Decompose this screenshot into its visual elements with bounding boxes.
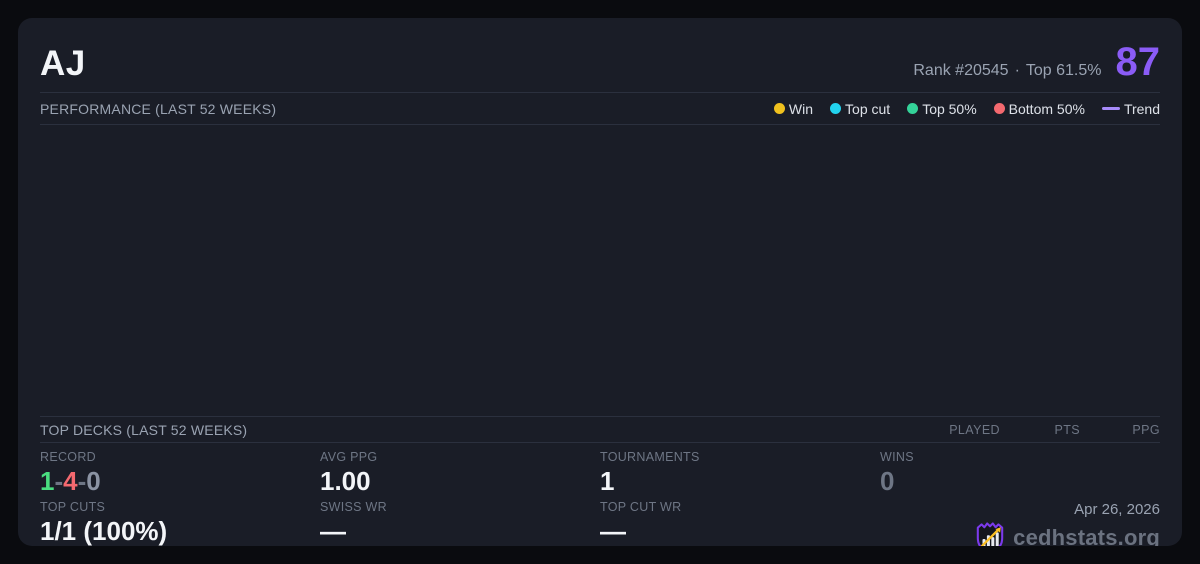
- site-name: cedhstats.org: [1013, 524, 1160, 546]
- legend-label: Win: [788, 100, 814, 117]
- stats-column-2: AVG PPG 1.00 SWISS WR —: [320, 450, 600, 546]
- player-stats-card: AJ Rank #20545 · Top 61.5% 87 PERFORMANCE …: [18, 18, 1182, 546]
- record-part: 4: [63, 466, 78, 496]
- legend-dot-swatch: [907, 103, 919, 114]
- stat-swiss-wr-value: —: [320, 515, 346, 546]
- performance-title: PERFORMANCE (LAST 52 WEEKS): [40, 100, 277, 117]
- legend-label: Bottom 50%: [1008, 100, 1085, 117]
- legend-label: Trend: [1123, 100, 1160, 117]
- rank-separator: ·: [1014, 62, 1020, 79]
- legend-line-swatch: [1101, 107, 1120, 110]
- card-footer: Apr 26, 2026 cedhstats.org: [880, 501, 1160, 546]
- stat-top-cuts: TOP CUTS 1/1 (100%): [40, 500, 320, 546]
- player-name: AJ: [40, 44, 86, 83]
- record-part: -: [77, 466, 87, 496]
- legend-dot-swatch: [773, 103, 785, 114]
- stats-grid: RECORD 1-4-0 TOP CUTS 1/1 (100%) AVG PPG…: [40, 443, 1160, 546]
- stat-avg-ppg: AVG PPG 1.00: [320, 450, 600, 497]
- legend-dot-swatch: [830, 103, 842, 114]
- rank-and-score: Rank #20545 · Top 61.5% 87: [913, 42, 1160, 82]
- brand: cedhstats.org: [975, 521, 1160, 546]
- stat-wins-value: 0: [880, 466, 895, 496]
- card-header: AJ Rank #20545 · Top 61.5% 87: [40, 18, 1160, 92]
- legend-item-bottom-50-: Bottom 50%: [993, 100, 1085, 117]
- stat-tournaments: TOURNAMENTS 1: [600, 450, 880, 497]
- stat-record: RECORD 1-4-0: [40, 450, 320, 497]
- stat-avg-ppg-value: 1.00: [320, 466, 371, 496]
- rank-text: Rank #20545: [913, 62, 1009, 79]
- stat-wins-label: WINS: [880, 450, 914, 464]
- record-part: 1: [40, 466, 55, 496]
- stat-avg-ppg-label: AVG PPG: [320, 450, 378, 464]
- stat-swiss-wr-label: SWISS WR: [320, 499, 387, 514]
- legend-label: Top 50%: [922, 100, 977, 117]
- stat-tournaments-label: TOURNAMENTS: [600, 450, 700, 464]
- stat-top-cuts-label: TOP CUTS: [40, 499, 106, 514]
- performance-header-row: PERFORMANCE (LAST 52 WEEKS) Win Top cut To…: [40, 93, 1160, 124]
- stat-record-label: RECORD: [40, 450, 96, 464]
- legend-item-trend: Trend: [1101, 100, 1160, 117]
- stat-tournaments-value: 1: [600, 466, 615, 496]
- record-part: 0: [86, 466, 101, 496]
- deck-column-ppg: PPG: [1132, 422, 1160, 437]
- top-percent-text: Top 61.5%: [1025, 62, 1102, 79]
- stats-column-3: TOURNAMENTS 1 TOP CUT WR —: [600, 450, 880, 546]
- legend-item-win: Win: [773, 100, 814, 117]
- stat-wins: WINS 0: [880, 450, 1160, 497]
- deck-column-pts: PTS: [1054, 422, 1080, 437]
- rank-line: Rank #20545 · Top 61.5%: [913, 62, 1101, 80]
- date-text: Apr 26, 2026: [1074, 500, 1160, 518]
- record-part: -: [54, 466, 64, 496]
- legend-item-top-50-: Top 50%: [907, 100, 977, 117]
- stat-top-cut-wr: TOP CUT WR —: [600, 500, 880, 546]
- legend-dot-swatch: [993, 103, 1005, 114]
- stat-top-cut-wr-value: —: [600, 515, 626, 546]
- stat-swiss-wr: SWISS WR —: [320, 500, 600, 546]
- player-score: 87: [1115, 40, 1161, 84]
- stat-record-value: 1-4-0: [40, 466, 320, 497]
- stat-top-cuts-value: 1/1 (100%): [40, 515, 168, 546]
- stats-column-4: WINS 0 Apr 26, 2026 cedhstats.org: [880, 450, 1160, 546]
- performance-chart: [40, 125, 1160, 416]
- deck-column-played: PLAYED: [949, 422, 1000, 437]
- legend-label: Top cut: [845, 100, 891, 117]
- chart-legend: Win Top cut Top 50% Bottom 50% Trend: [773, 100, 1160, 117]
- legend-item-top-cut: Top cut: [830, 101, 890, 117]
- top-decks-title: TOP DECKS (LAST 52 WEEKS): [40, 421, 248, 438]
- cedhstats-logo-icon: [976, 522, 1004, 546]
- top-decks-columns: PLAYED PTS PPG: [920, 423, 1160, 437]
- top-decks-header-row: TOP DECKS (LAST 52 WEEKS) PLAYED PTS PPG: [40, 416, 1160, 443]
- stat-top-cut-wr-label: TOP CUT WR: [600, 499, 682, 514]
- stats-column-1: RECORD 1-4-0 TOP CUTS 1/1 (100%): [40, 450, 320, 546]
